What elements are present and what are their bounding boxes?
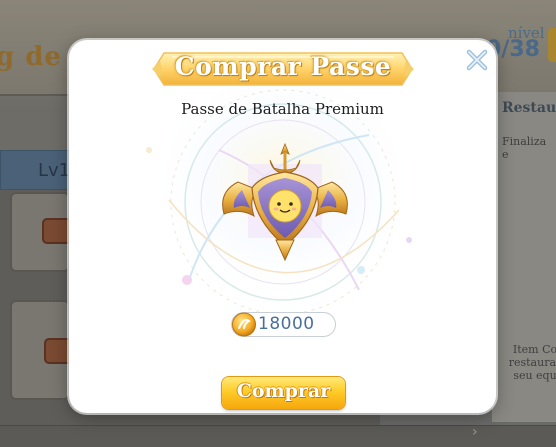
buy-button-label[interactable]: Comprar [222, 380, 345, 402]
close-x-icon[interactable] [464, 47, 490, 73]
background-level-text: Lv1 [38, 160, 71, 181]
pass-name: Passe de Batalha Premium [181, 100, 384, 118]
background-side-note: Item Co restaurar seu equ [508, 343, 556, 382]
price-value: 18000 [258, 314, 315, 334]
background-side-title: Restaur [502, 100, 556, 116]
premium-pass-emblem-icon [222, 142, 348, 262]
gold-coin-icon [232, 312, 256, 337]
chevron-right-icon: › [472, 424, 478, 440]
background-level-chip [548, 28, 556, 62]
treasure-chest-icon [42, 218, 72, 244]
background-side-subtitle: Finaliza e [502, 135, 547, 161]
dialog-title: Comprar Passe [174, 52, 392, 81]
